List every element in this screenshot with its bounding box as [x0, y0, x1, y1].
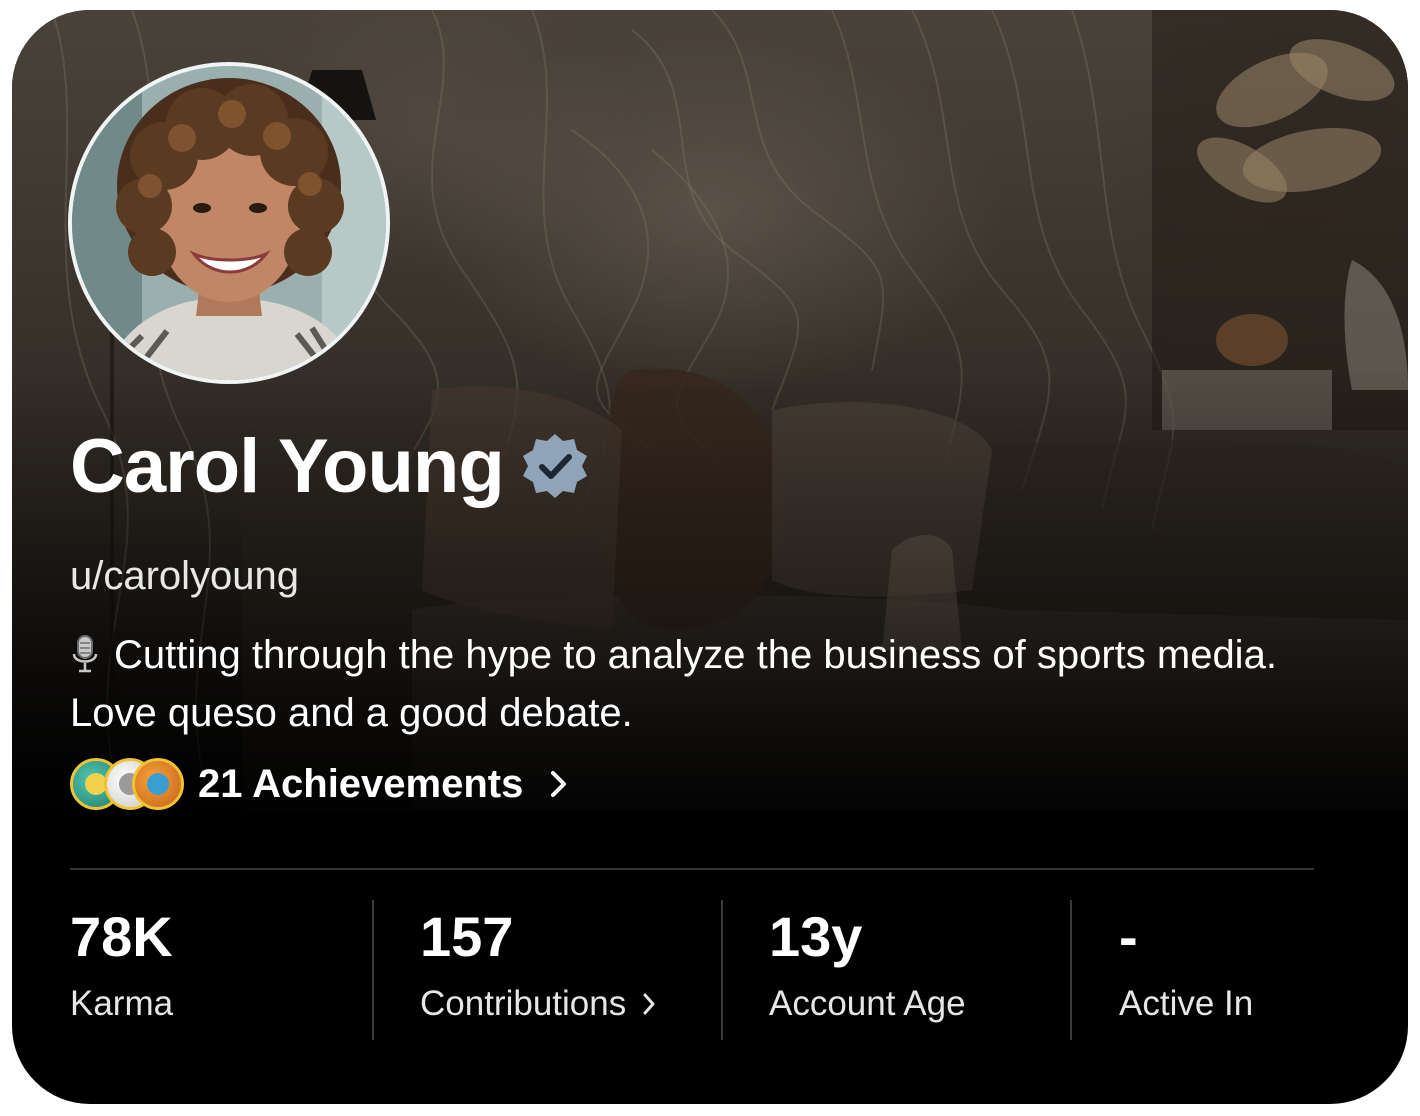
- stat-label-text: Contributions: [420, 984, 627, 1023]
- stat-label: Karma: [70, 984, 173, 1024]
- name-row: Carol Young: [70, 418, 590, 514]
- stat-label: Account Age: [769, 984, 966, 1024]
- avatar-image: [72, 66, 386, 380]
- microphone-icon: [72, 635, 98, 673]
- stat-value: 78K: [70, 905, 173, 968]
- profile-card: Carol Young u/carolyoung Cutting through…: [12, 10, 1408, 1104]
- stat-separator: [721, 900, 723, 1040]
- stat-value: -: [1119, 905, 1138, 968]
- achievements-link[interactable]: 21 Achievements: [70, 754, 569, 814]
- stat-value: 13y: [769, 905, 863, 968]
- chevron-right-icon: [643, 993, 655, 1015]
- avatar[interactable]: [68, 62, 390, 384]
- bio-text: Cutting through the hype to analyze the …: [70, 633, 1277, 735]
- stat-separator: [1070, 900, 1072, 1040]
- achievements-label: 21 Achievements: [198, 761, 524, 806]
- verified-badge-icon: [522, 434, 587, 498]
- stat-label-text: Active In: [1119, 984, 1254, 1023]
- stat-label: Contributions: [420, 984, 656, 1024]
- stat-label: Active In: [1119, 984, 1253, 1024]
- stats-divider: [70, 868, 1314, 870]
- stat-separator: [372, 900, 374, 1040]
- stat-label-text: Account Age: [769, 984, 966, 1023]
- display-name: Carol Young: [70, 423, 505, 509]
- achievement-badges: [70, 756, 186, 812]
- stats-row: 78K Karma 157 Contributions 13y Account …: [12, 900, 1408, 1042]
- chevron-right-icon: [551, 771, 567, 797]
- username: u/carolyoung: [70, 554, 300, 598]
- stat-value: 157: [420, 905, 514, 968]
- bio: Cutting through the hype to analyze the …: [70, 626, 1340, 742]
- stat-label-text: Karma: [70, 984, 174, 1023]
- achievement-badge-icon: [132, 758, 184, 810]
